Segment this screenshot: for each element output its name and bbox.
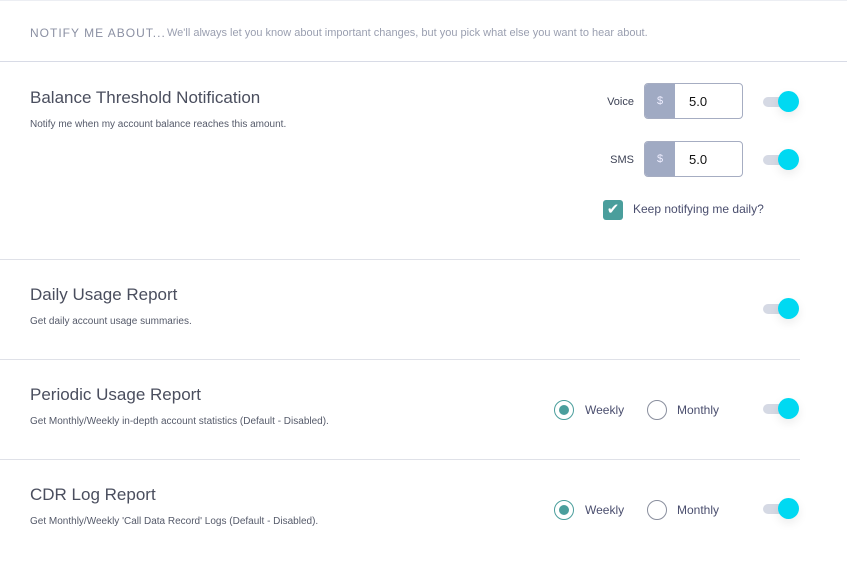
toggle-knob [778, 149, 799, 170]
sms-threshold-input[interactable]: $5.0 [644, 141, 743, 177]
daily-section: Daily Usage Report Get daily account usa… [0, 260, 800, 360]
periodic-toggle[interactable] [763, 398, 800, 420]
section-title: Balance Threshold Notification [30, 88, 261, 107]
toggle-knob [778, 498, 799, 519]
currency-addon: $ [645, 84, 675, 118]
section-description: Get Monthly/Weekly in-depth account stat… [30, 416, 329, 427]
daily-checkbox-check-icon[interactable]: ✔ [603, 200, 623, 220]
weekly-label[interactable]: Weekly [585, 503, 624, 517]
balance-section: Balance Threshold Notification Notify me… [0, 63, 800, 260]
header-title: NOTIFY ME ABOUT... [30, 26, 166, 40]
voice-value[interactable]: 5.0 [675, 84, 742, 118]
section-description: Get daily account usage summaries. [30, 316, 192, 327]
daily-checkbox-label[interactable]: Keep notifying me daily? [633, 202, 764, 216]
daily-toggle[interactable] [763, 298, 800, 320]
sms-label: SMS [610, 154, 634, 166]
section-title: CDR Log Report [30, 485, 156, 504]
periodic-section: Periodic Usage Report Get Monthly/Weekly… [0, 360, 800, 460]
currency-addon: $ [645, 142, 675, 176]
voice-label: Voice [607, 96, 634, 108]
weekly-label[interactable]: Weekly [585, 403, 624, 417]
toggle-knob [778, 91, 799, 112]
monthly-label[interactable]: Monthly [677, 403, 719, 417]
section-description: Notify me when my account balance reache… [30, 119, 287, 130]
voice-threshold-input[interactable]: $5.0 [644, 83, 743, 119]
monthly-radio[interactable] [647, 500, 667, 520]
cdr-toggle[interactable] [763, 498, 800, 520]
sms-value[interactable]: 5.0 [675, 142, 742, 176]
toggle-knob [778, 398, 799, 419]
section-description: Get Monthly/Weekly 'Call Data Record' Lo… [30, 516, 319, 527]
toggle-knob [778, 298, 799, 319]
monthly-radio[interactable] [647, 400, 667, 420]
voice-toggle[interactable] [763, 91, 800, 113]
monthly-label[interactable]: Monthly [677, 503, 719, 517]
notify-header: NOTIFY ME ABOUT... We'll always let you … [0, 0, 847, 62]
sms-toggle[interactable] [763, 149, 800, 171]
cdr-section: CDR Log Report Get Monthly/Weekly 'Call … [0, 460, 800, 559]
weekly-radio[interactable] [554, 400, 574, 420]
header-subtitle: We'll always let you know about importan… [167, 27, 648, 39]
section-title: Daily Usage Report [30, 285, 178, 304]
weekly-radio[interactable] [554, 500, 574, 520]
section-title: Periodic Usage Report [30, 385, 202, 404]
